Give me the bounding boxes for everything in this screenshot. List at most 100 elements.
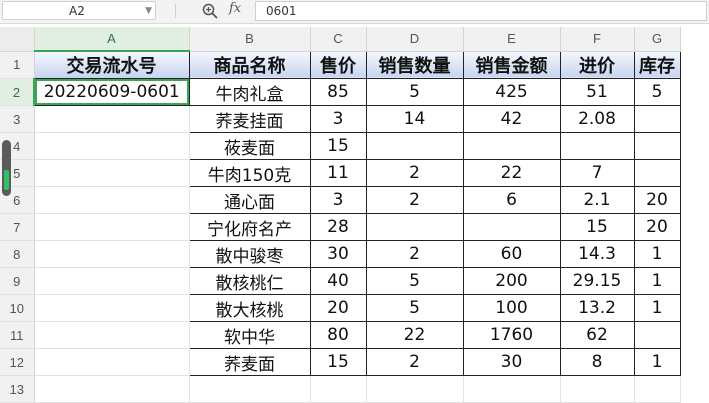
column-header-b[interactable]: B bbox=[189, 27, 311, 52]
cell-c5[interactable]: 11 bbox=[309, 159, 367, 187]
cell-b9[interactable]: 散核桃仁 bbox=[188, 267, 311, 295]
cell-c2[interactable]: 85 bbox=[309, 78, 367, 106]
chevron-down-icon[interactable]: ▼ bbox=[145, 2, 152, 21]
cell-e2[interactable]: 425 bbox=[462, 78, 561, 106]
cell-b10[interactable]: 散大核桃 bbox=[188, 294, 311, 322]
cell-c8[interactable]: 30 bbox=[309, 240, 367, 268]
cell-e8[interactable]: 60 bbox=[462, 240, 561, 268]
cell-a5[interactable] bbox=[34, 159, 190, 187]
cell-f13[interactable] bbox=[560, 375, 635, 403]
cell-g5[interactable] bbox=[633, 159, 681, 187]
cell-a4[interactable] bbox=[34, 132, 190, 160]
cell-d4[interactable] bbox=[365, 132, 464, 160]
cell-c3[interactable]: 3 bbox=[309, 105, 367, 133]
zoom-icon[interactable] bbox=[201, 2, 219, 20]
cell-c9[interactable]: 40 bbox=[309, 267, 367, 295]
cell-b6[interactable]: 通心面 bbox=[188, 186, 311, 214]
cell-d13[interactable] bbox=[366, 375, 464, 403]
row-header[interactable]: 10 bbox=[0, 294, 35, 322]
cell-c1[interactable]: 售价 bbox=[309, 50, 367, 79]
row-header[interactable]: 13 bbox=[0, 375, 35, 403]
row-header[interactable]: 1 bbox=[0, 51, 35, 79]
cell-a9[interactable] bbox=[34, 267, 190, 295]
cell-d10[interactable]: 5 bbox=[365, 294, 464, 322]
cell-c10[interactable]: 20 bbox=[309, 294, 367, 322]
column-header-g[interactable]: G bbox=[634, 27, 681, 52]
cell-e13[interactable] bbox=[463, 375, 561, 403]
cell-f9[interactable]: 29.15 bbox=[559, 267, 635, 295]
column-header-f[interactable]: F bbox=[560, 27, 635, 52]
cell-d12[interactable]: 2 bbox=[365, 348, 464, 376]
cell-g12[interactable]: 1 bbox=[633, 348, 681, 376]
cell-f11[interactable]: 62 bbox=[559, 321, 635, 349]
cell-d5[interactable]: 2 bbox=[365, 159, 464, 187]
cell-d3[interactable]: 14 bbox=[365, 105, 464, 133]
column-header-e[interactable]: E bbox=[463, 27, 561, 52]
row-header[interactable]: 3 bbox=[0, 105, 35, 133]
cell-a8[interactable] bbox=[34, 240, 190, 268]
cell-e12[interactable]: 30 bbox=[462, 348, 561, 376]
cell-g9[interactable]: 1 bbox=[633, 267, 681, 295]
cell-e3[interactable]: 42 bbox=[462, 105, 561, 133]
cell-e10[interactable]: 100 bbox=[462, 294, 561, 322]
cell-c13[interactable] bbox=[310, 375, 367, 403]
cell-f2[interactable]: 51 bbox=[559, 78, 635, 106]
cell-g7[interactable]: 20 bbox=[633, 213, 681, 241]
cell-b4[interactable]: 莜麦面 bbox=[188, 132, 311, 160]
cell-a1[interactable]: 交易流水号 bbox=[33, 50, 190, 79]
cell-c11[interactable]: 80 bbox=[309, 321, 367, 349]
cell-g13[interactable] bbox=[634, 375, 681, 403]
cell-g11[interactable] bbox=[633, 321, 681, 349]
cell-d2[interactable]: 5 bbox=[365, 78, 464, 106]
cell-b3[interactable]: 荞麦挂面 bbox=[188, 105, 311, 133]
cell-f7[interactable]: 15 bbox=[559, 213, 635, 241]
fx-icon[interactable]: fx bbox=[229, 1, 241, 16]
row-header[interactable]: 12 bbox=[0, 348, 35, 376]
cell-b11[interactable]: 软中华 bbox=[188, 321, 311, 349]
cell-b5[interactable]: 牛肉150克 bbox=[188, 159, 311, 187]
cell-f12[interactable]: 8 bbox=[559, 348, 635, 376]
cell-d8[interactable]: 2 bbox=[365, 240, 464, 268]
cell-a6[interactable] bbox=[34, 186, 190, 214]
cell-f8[interactable]: 14.3 bbox=[559, 240, 635, 268]
cell-a2[interactable]: 20220609-0601 bbox=[33, 78, 190, 106]
cell-a10[interactable] bbox=[34, 294, 190, 322]
cell-g8[interactable]: 1 bbox=[633, 240, 681, 268]
cell-c6[interactable]: 3 bbox=[309, 186, 367, 214]
cell-g2[interactable]: 5 bbox=[633, 78, 681, 106]
row-header[interactable]: 7 bbox=[0, 213, 35, 241]
column-header-d[interactable]: D bbox=[366, 27, 464, 52]
column-header-c[interactable]: C bbox=[310, 27, 367, 52]
cell-d11[interactable]: 22 bbox=[365, 321, 464, 349]
row-header[interactable]: 8 bbox=[0, 240, 35, 268]
cell-e11[interactable]: 1760 bbox=[462, 321, 561, 349]
select-all-corner[interactable] bbox=[0, 27, 35, 52]
cell-g1[interactable]: 库存 bbox=[633, 50, 681, 79]
cell-b12[interactable]: 荞麦面 bbox=[188, 348, 311, 376]
cell-e9[interactable]: 200 bbox=[462, 267, 561, 295]
cell-d9[interactable]: 5 bbox=[365, 267, 464, 295]
cell-a7[interactable] bbox=[34, 213, 190, 241]
cell-g4[interactable] bbox=[633, 132, 681, 160]
cell-g10[interactable]: 1 bbox=[633, 294, 681, 322]
cell-f5[interactable]: 7 bbox=[559, 159, 635, 187]
cell-b1[interactable]: 商品名称 bbox=[188, 50, 311, 79]
cell-d6[interactable]: 2 bbox=[365, 186, 464, 214]
cell-e7[interactable] bbox=[462, 213, 561, 241]
cell-c12[interactable]: 15 bbox=[309, 348, 367, 376]
cell-f1[interactable]: 进价 bbox=[559, 50, 635, 79]
row-header[interactable]: 9 bbox=[0, 267, 35, 295]
cell-d7[interactable] bbox=[365, 213, 464, 241]
cell-e5[interactable]: 22 bbox=[462, 159, 561, 187]
cell-e1[interactable]: 销售金额 bbox=[462, 50, 561, 79]
cell-b2[interactable]: 牛肉礼盒 bbox=[188, 78, 311, 106]
cell-a13[interactable] bbox=[34, 375, 190, 403]
scrollbar-thumb[interactable] bbox=[2, 140, 11, 196]
cell-g6[interactable]: 20 bbox=[633, 186, 681, 214]
formula-input[interactable]: 0601 bbox=[255, 1, 707, 21]
cell-b13[interactable] bbox=[189, 375, 311, 403]
row-header[interactable]: 2 bbox=[0, 78, 35, 106]
row-header[interactable]: 11 bbox=[0, 321, 35, 349]
cell-e6[interactable]: 6 bbox=[462, 186, 561, 214]
cell-c4[interactable]: 15 bbox=[309, 132, 367, 160]
